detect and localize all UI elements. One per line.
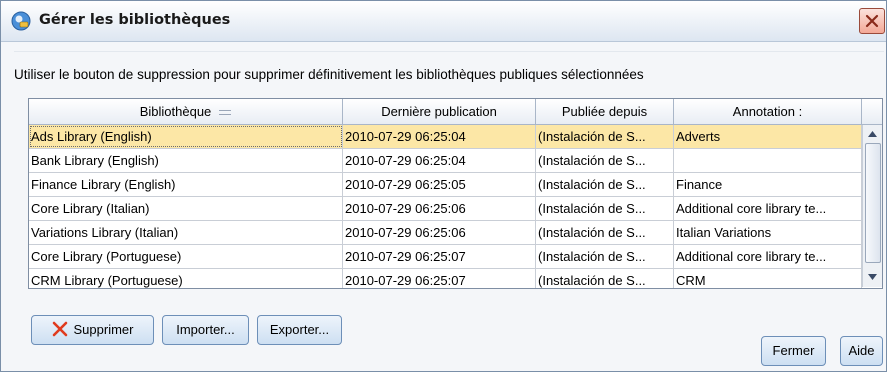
cell-library: CRM Library (Portuguese)	[29, 269, 343, 288]
cell-last-published: 2010-07-29 06:25:04	[343, 149, 536, 172]
cell-library: Core Library (Italian)	[29, 197, 343, 220]
cell-last-published: 2010-07-29 06:25:07	[343, 245, 536, 268]
cell-last-published: 2010-07-29 06:25:05	[343, 173, 536, 196]
red-x-icon	[52, 321, 67, 337]
column-header-published-from[interactable]: Publiée depuis	[536, 99, 674, 124]
table-header: Bibliothèque Dernière publication Publié…	[29, 99, 882, 125]
divider	[14, 51, 884, 52]
table-row[interactable]: Core Library (Italian) 2010-07-29 06:25:…	[29, 197, 862, 221]
cell-published-from: (Instalación de S...	[536, 125, 674, 148]
cell-last-published: 2010-07-29 06:25:06	[343, 197, 536, 220]
library-globe-icon	[11, 11, 31, 31]
cell-library: Ads Library (English)	[29, 125, 343, 148]
export-button[interactable]: Exporter...	[257, 315, 342, 345]
table-row[interactable]: Bank Library (English) 2010-07-29 06:25:…	[29, 149, 862, 173]
cell-library: Bank Library (English)	[29, 149, 343, 172]
close-window-button[interactable]	[859, 8, 885, 34]
manage-libraries-dialog: Gérer les bibliothèques Utiliser le bout…	[0, 0, 887, 372]
vertical-scrollbar[interactable]	[862, 125, 882, 287]
cell-published-from: (Instalación de S...	[536, 149, 674, 172]
scroll-down-button[interactable]	[865, 269, 880, 284]
cell-annotation: Finance	[674, 173, 862, 196]
cell-last-published: 2010-07-29 06:25:07	[343, 269, 536, 288]
cell-published-from: (Instalación de S...	[536, 173, 674, 196]
dialog-title: Gérer les bibliothèques	[39, 12, 231, 28]
cell-last-published: 2010-07-29 06:25:06	[343, 221, 536, 244]
cell-published-from: (Instalación de S...	[536, 269, 674, 288]
delete-button[interactable]: Supprimer	[31, 315, 154, 345]
column-header-last-published[interactable]: Dernière publication	[343, 99, 536, 124]
cell-annotation: Additional core library te...	[674, 197, 862, 220]
close-button[interactable]: Fermer	[761, 336, 826, 366]
triangle-down-icon	[868, 273, 877, 280]
table-row[interactable]: Core Library (Portuguese) 2010-07-29 06:…	[29, 245, 862, 269]
table-row[interactable]: Ads Library (English) 2010-07-29 06:25:0…	[29, 125, 862, 149]
column-header-annotation[interactable]: Annotation :	[674, 99, 862, 124]
cell-annotation: Additional core library te...	[674, 245, 862, 268]
cell-published-from: (Instalación de S...	[536, 221, 674, 244]
cell-annotation: Adverts	[674, 125, 862, 148]
triangle-up-icon	[868, 130, 877, 137]
cell-published-from: (Instalación de S...	[536, 245, 674, 268]
cell-annotation	[674, 149, 862, 172]
cell-library: Finance Library (English)	[29, 173, 343, 196]
scroll-up-button[interactable]	[865, 126, 880, 141]
cell-last-published: 2010-07-29 06:25:04	[343, 125, 536, 148]
libraries-table[interactable]: Bibliothèque Dernière publication Publié…	[28, 98, 883, 289]
table-row[interactable]: Finance Library (English) 2010-07-29 06:…	[29, 173, 862, 197]
instructions-text: Utiliser le bouton de suppression pour s…	[14, 67, 644, 82]
scroll-thumb[interactable]	[865, 143, 881, 263]
sort-indicator-icon	[219, 110, 232, 116]
table-row[interactable]: Variations Library (Italian) 2010-07-29 …	[29, 221, 862, 245]
title-bar[interactable]: Gérer les bibliothèques	[1, 1, 886, 42]
close-x-icon	[865, 14, 879, 28]
import-button[interactable]: Importer...	[162, 315, 249, 345]
column-header-library[interactable]: Bibliothèque	[29, 99, 343, 124]
cell-published-from: (Instalación de S...	[536, 197, 674, 220]
cell-annotation: Italian Variations	[674, 221, 862, 244]
table-row[interactable]: CRM Library (Portuguese) 2010-07-29 06:2…	[29, 269, 862, 288]
cell-library: Variations Library (Italian)	[29, 221, 343, 244]
cell-library: Core Library (Portuguese)	[29, 245, 343, 268]
help-button[interactable]: Aide	[840, 336, 883, 366]
cell-annotation: CRM	[674, 269, 862, 288]
